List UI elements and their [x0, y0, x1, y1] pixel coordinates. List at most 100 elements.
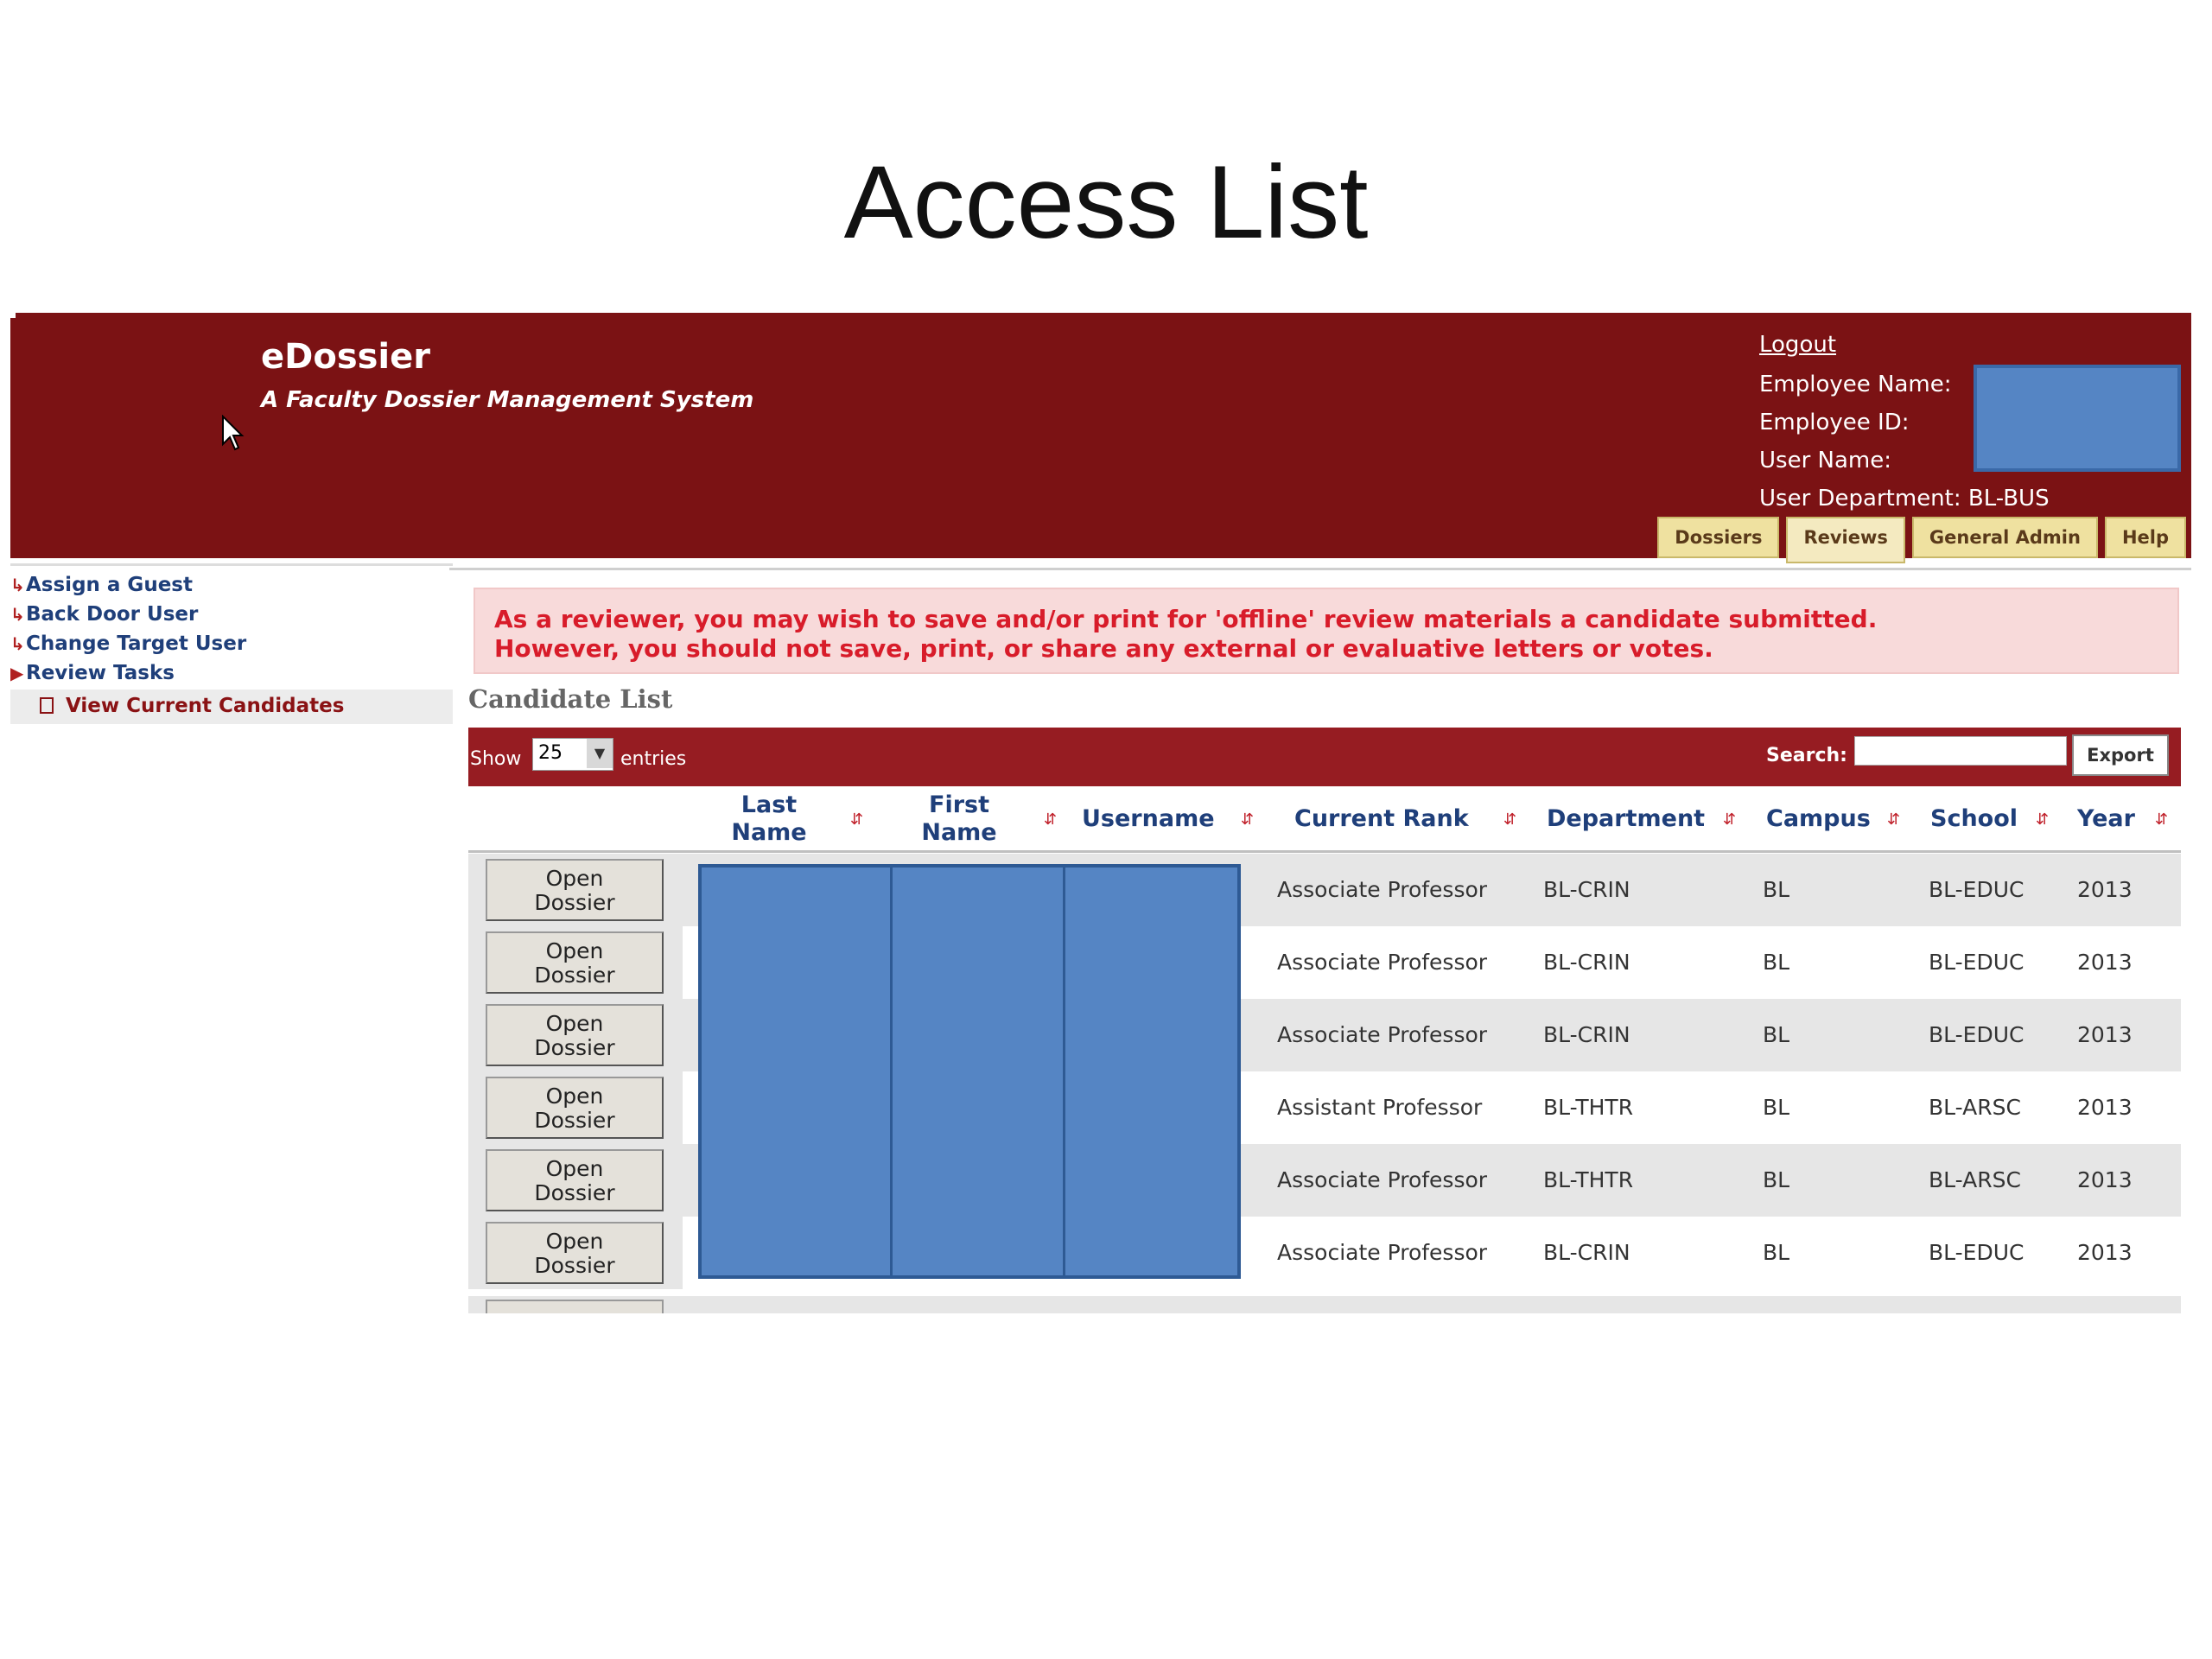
open-dossier-button-partial[interactable]	[486, 1300, 664, 1313]
cell-department: BL-CRIN	[1543, 1240, 1630, 1265]
cell-current-rank: Associate Professor	[1277, 877, 1488, 902]
button-cell: Open Dossier	[468, 999, 683, 1071]
search-label: Search:	[1766, 745, 1847, 766]
button-cell: Open Dossier	[468, 854, 683, 926]
slide-title: Access List	[843, 144, 1369, 260]
sidebar-item-label: Change Target User	[26, 632, 247, 655]
cell-school: BL-EDUC	[1929, 1240, 2024, 1265]
open-dossier-button[interactable]: Open Dossier	[486, 931, 664, 994]
user-department-label: User Department:	[1759, 486, 1961, 512]
open-dossier-button[interactable]: Open Dossier	[486, 1004, 664, 1066]
cell-current-rank: Associate Professor	[1277, 950, 1488, 975]
tab-general-admin[interactable]: General Admin	[1911, 517, 2098, 558]
cell-campus: BL	[1763, 1240, 1790, 1265]
arrow-bullet-icon: ↳	[10, 575, 25, 595]
button-cell: Open Dossier	[468, 1071, 683, 1144]
column-header-text: First	[929, 791, 989, 818]
header-corner-mark	[10, 313, 16, 318]
column-header-department[interactable]: Department	[1547, 805, 1705, 833]
column-header-last-name[interactable]: Last Name	[728, 791, 810, 847]
tab-dossiers[interactable]: Dossiers	[1657, 517, 1780, 558]
cell-current-rank: Associate Professor	[1277, 1022, 1488, 1047]
cell-year: 2013	[2077, 1240, 2133, 1265]
cell-year: 2013	[2077, 950, 2133, 975]
cell-campus: BL	[1763, 877, 1790, 902]
cell-year: 2013	[2077, 877, 2133, 902]
candidate-list-title: Candidate List	[468, 684, 673, 714]
column-header-text: Last	[741, 791, 798, 818]
button-label: Dossier	[534, 963, 615, 988]
sidebar-item-view-current-candidates[interactable]: View Current Candidates	[40, 695, 344, 717]
sidebar-item-back-door-user[interactable]: ↳Back Door User	[10, 603, 198, 626]
main-tabs: Dossiers Reviews General Admin Help	[1657, 517, 2186, 563]
tab-help[interactable]: Help	[2104, 517, 2186, 558]
notice-line-2: However, you should not save, print, or …	[494, 634, 1713, 663]
table-row-partial	[468, 1296, 2181, 1313]
entries-select[interactable]: 25 ▼	[532, 738, 613, 771]
user-department: User Department: BL-BUS	[1759, 486, 2050, 512]
cell-school: BL-EDUC	[1929, 950, 2024, 975]
column-header-username[interactable]: Username	[1082, 805, 1215, 833]
button-label: Open	[545, 1229, 604, 1254]
table-toolbar: Show 25 ▼ entries Search: Export	[468, 728, 2181, 786]
reviewer-notice: As a reviewer, you may wish to save and/…	[474, 588, 2179, 674]
column-header-school[interactable]: School	[1930, 805, 2018, 833]
cell-current-rank: Associate Professor	[1277, 1167, 1488, 1192]
column-header-first-name[interactable]: First Name	[916, 791, 1002, 847]
export-button[interactable]: Export	[2072, 734, 2169, 776]
cell-campus: BL	[1763, 1022, 1790, 1047]
sidebar-item-change-target-user[interactable]: ↳Change Target User	[10, 632, 246, 655]
notice-line-1: As a reviewer, you may wish to save and/…	[494, 605, 1878, 633]
content-divider	[449, 568, 2191, 570]
column-header-year[interactable]: Year	[2077, 805, 2135, 833]
cell-department: BL-CRIN	[1543, 950, 1630, 975]
sort-arrows-icon[interactable]: ⇵	[1044, 810, 1057, 829]
search-input[interactable]	[1854, 736, 2067, 766]
mouse-pointer-icon	[222, 415, 245, 451]
sort-arrows-icon[interactable]: ⇵	[1723, 810, 1736, 829]
employee-name-label: Employee Name:	[1759, 372, 1952, 397]
tab-reviews[interactable]: Reviews	[1786, 517, 1905, 563]
sort-arrows-icon[interactable]: ⇵	[1887, 810, 1900, 829]
logout-link[interactable]: Logout	[1759, 332, 1836, 358]
sidebar-item-label: Back Door User	[26, 603, 199, 626]
redaction-divider	[890, 868, 893, 1275]
redacted-user-info	[1974, 365, 2181, 472]
open-dossier-button[interactable]: Open Dossier	[486, 859, 664, 921]
user-department-value: BL-BUS	[1967, 486, 2050, 512]
redacted-names	[698, 864, 1241, 1279]
sort-arrows-icon[interactable]: ⇵	[1503, 810, 1516, 829]
open-dossier-button[interactable]: Open Dossier	[486, 1077, 664, 1139]
sort-arrows-icon[interactable]: ⇵	[1241, 810, 1254, 829]
cell-campus: BL	[1763, 1167, 1790, 1192]
cell-school: BL-ARSC	[1929, 1095, 2021, 1120]
column-header-campus[interactable]: Campus	[1766, 805, 1871, 833]
sidebar-item-label: Review Tasks	[26, 662, 175, 684]
column-header-text: Name	[921, 819, 997, 846]
chevron-down-icon[interactable]: ▼	[587, 739, 613, 768]
sidebar-sub-item-row: View Current Candidates	[10, 690, 453, 724]
app-name: eDossier	[261, 337, 430, 377]
open-dossier-button[interactable]: Open Dossier	[486, 1222, 664, 1284]
expanded-arrow-icon: ▶	[10, 663, 24, 683]
cell-year: 2013	[2077, 1022, 2133, 1047]
cell-department: BL-CRIN	[1543, 1022, 1630, 1047]
column-header-current-rank[interactable]: Current Rank	[1294, 805, 1469, 833]
sort-arrows-icon[interactable]: ⇵	[850, 810, 863, 829]
sidebar-item-label: View Current Candidates	[66, 695, 345, 717]
show-label: Show	[470, 748, 522, 770]
cell-department: BL-CRIN	[1543, 877, 1630, 902]
cell-current-rank: Assistant Professor	[1277, 1095, 1483, 1120]
sidebar-divider	[10, 563, 453, 566]
sort-arrows-icon[interactable]: ⇵	[2036, 810, 2049, 829]
sidebar-item-review-tasks[interactable]: ▶ Review Tasks	[10, 662, 175, 684]
table-header-divider	[468, 850, 2181, 853]
cell-school: BL-EDUC	[1929, 1022, 2024, 1047]
cell-school: BL-EDUC	[1929, 877, 2024, 902]
button-label: Open	[545, 1156, 604, 1181]
sidebar-item-assign-guest[interactable]: ↳Assign a Guest	[10, 574, 193, 596]
redaction-divider	[1063, 868, 1065, 1275]
sort-arrows-icon[interactable]: ⇵	[2155, 810, 2168, 829]
button-label: Dossier	[534, 1035, 615, 1060]
open-dossier-button[interactable]: Open Dossier	[486, 1149, 664, 1211]
